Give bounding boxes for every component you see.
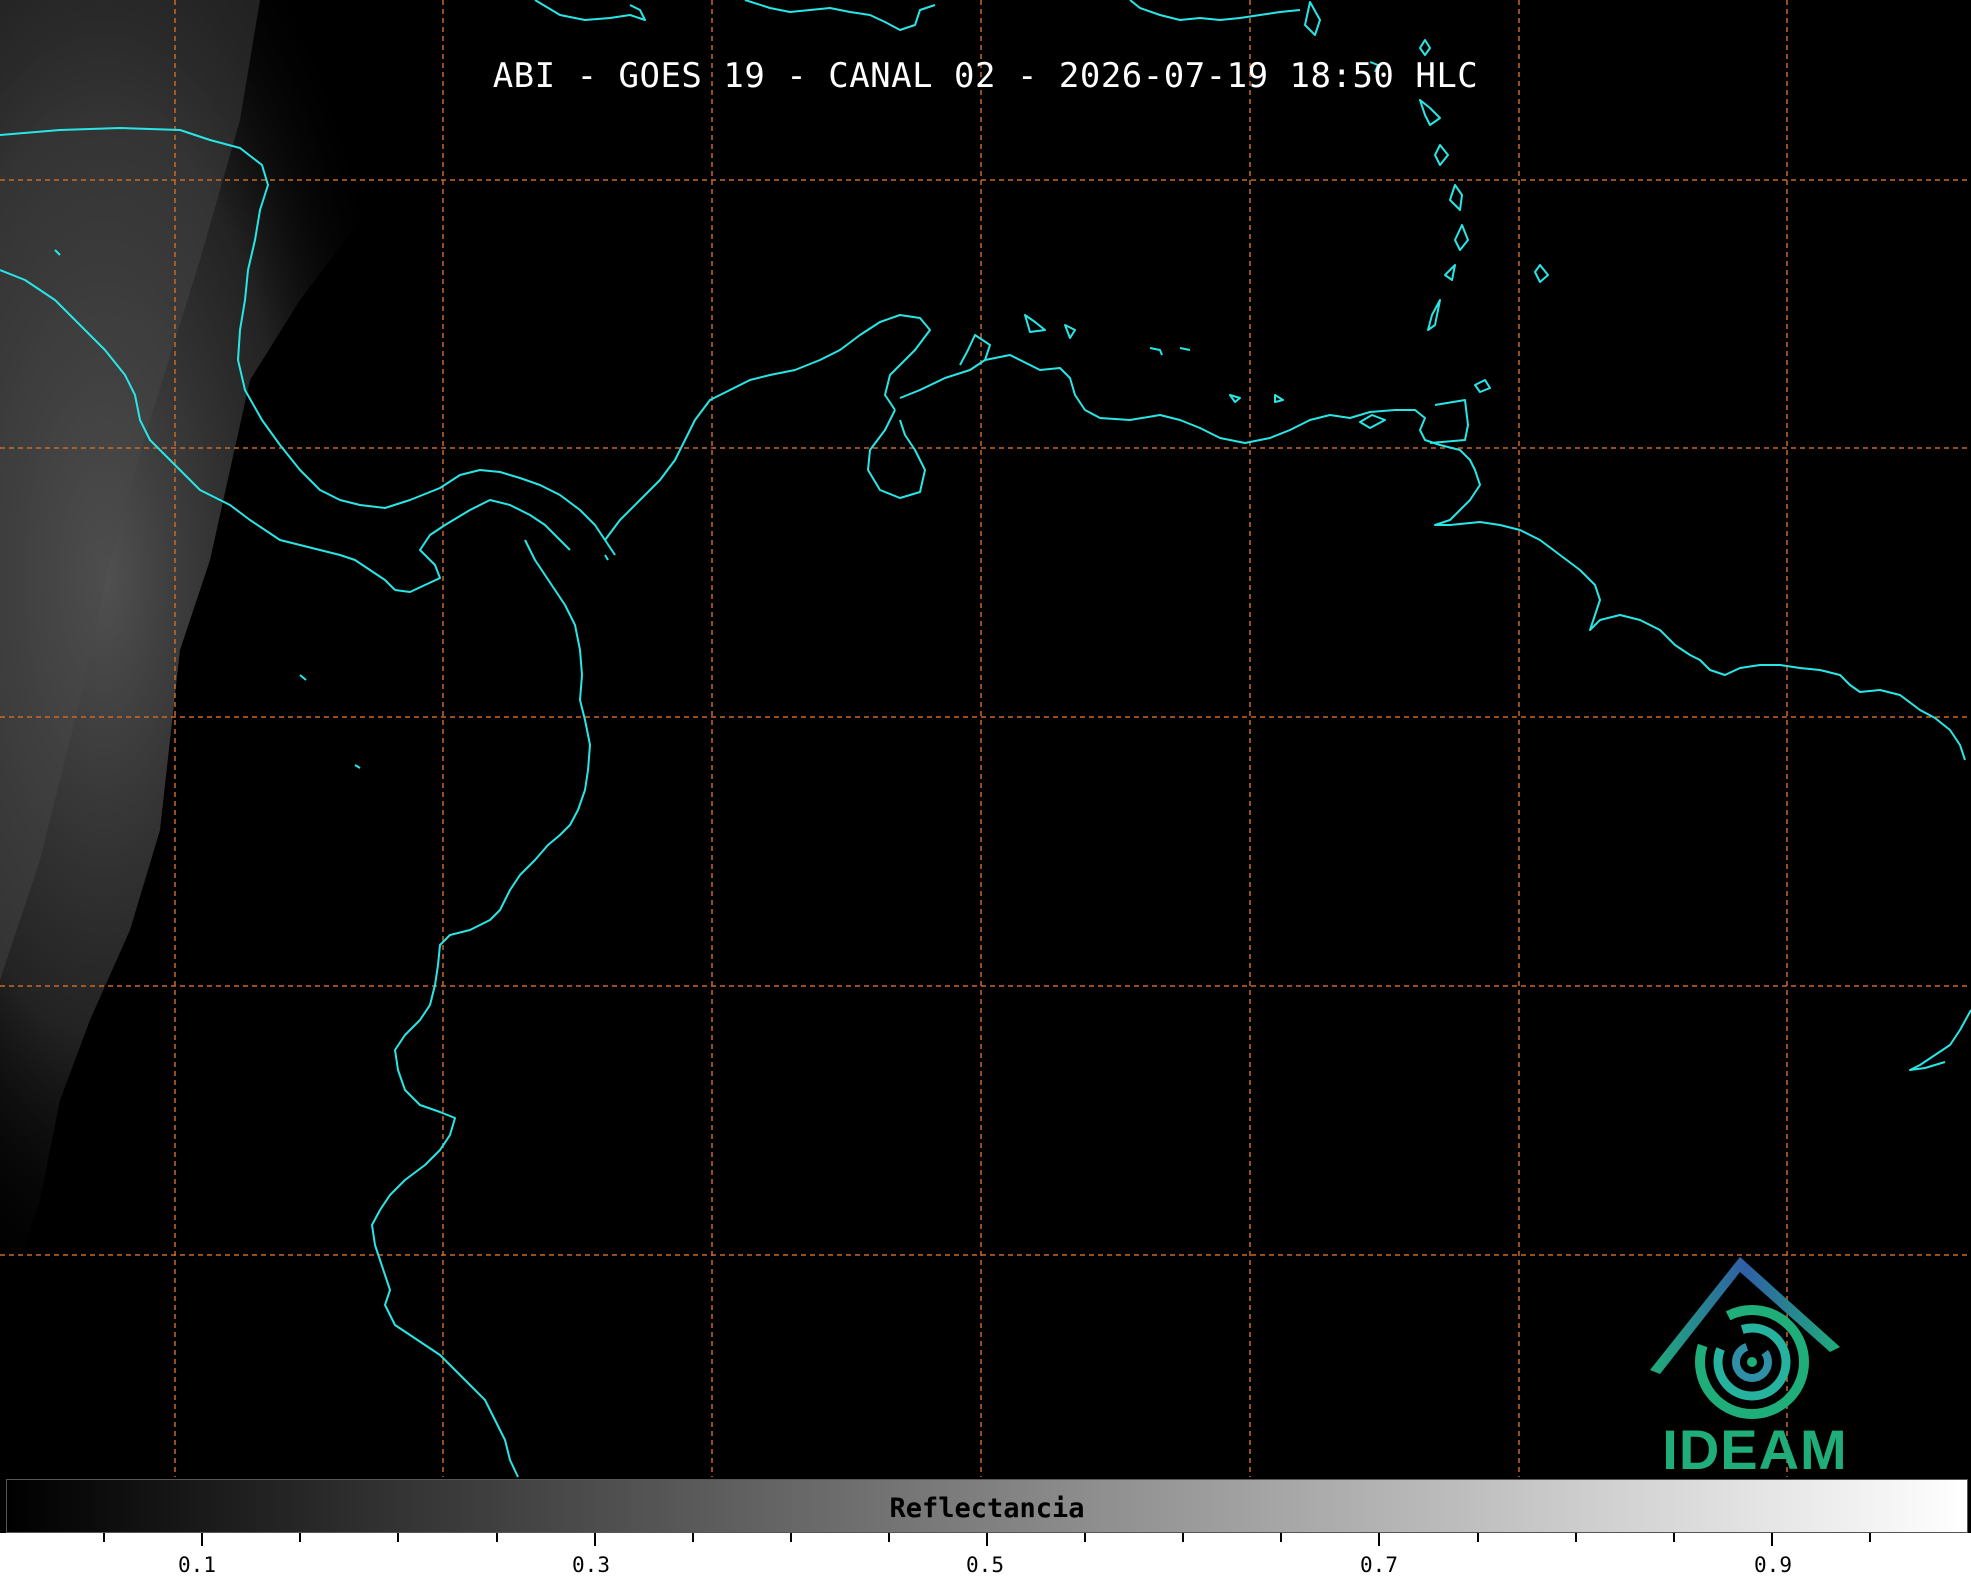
colorbar: Reflectancia	[6, 1479, 1968, 1533]
colorbar-tick	[103, 1533, 106, 1542]
tick-label: 0.3	[572, 1553, 610, 1577]
colorbar-tick	[299, 1533, 302, 1542]
colorbar-tick	[1574, 1533, 1577, 1542]
colorbar-tick	[593, 1533, 596, 1546]
colorbar-tick	[986, 1533, 988, 1546]
colorbar-tick	[691, 1533, 694, 1542]
colorbar-tick	[495, 1533, 498, 1542]
colorbar-tick	[789, 1533, 792, 1542]
ideam-swirl-roof-icon	[1650, 1257, 1840, 1419]
colorbar-tick	[1770, 1533, 1773, 1546]
tick-label: 0.1	[178, 1553, 216, 1577]
colorbar-tick	[397, 1533, 400, 1542]
colorbar-tick	[201, 1533, 204, 1546]
tick-label: 0.9	[1754, 1553, 1792, 1577]
tick-label: 0.7	[1360, 1553, 1398, 1577]
colorbar-tick	[1182, 1533, 1185, 1542]
colorbar-tick	[1476, 1533, 1479, 1542]
colorbar-tick	[1868, 1533, 1871, 1542]
colorbar-axis: 0.1 0.3 0.5 0.7 0.9	[0, 1533, 1971, 1577]
colorbar-tick	[1672, 1533, 1675, 1542]
tick-label: 0.5	[966, 1553, 1004, 1577]
colorbar-tick	[1084, 1533, 1087, 1542]
logo-text: IDEAM	[1662, 1418, 1848, 1481]
map-title: ABI - GOES 19 - CANAL 02 - 2026-07-19 18…	[492, 56, 1479, 96]
colorbar-tick	[887, 1533, 890, 1542]
colorbar-tick	[1280, 1533, 1283, 1542]
ideam-logo: IDEAM	[1640, 1252, 1870, 1481]
colorbar-label: Reflectancia	[889, 1493, 1085, 1524]
colorbar-tick	[1378, 1533, 1381, 1546]
